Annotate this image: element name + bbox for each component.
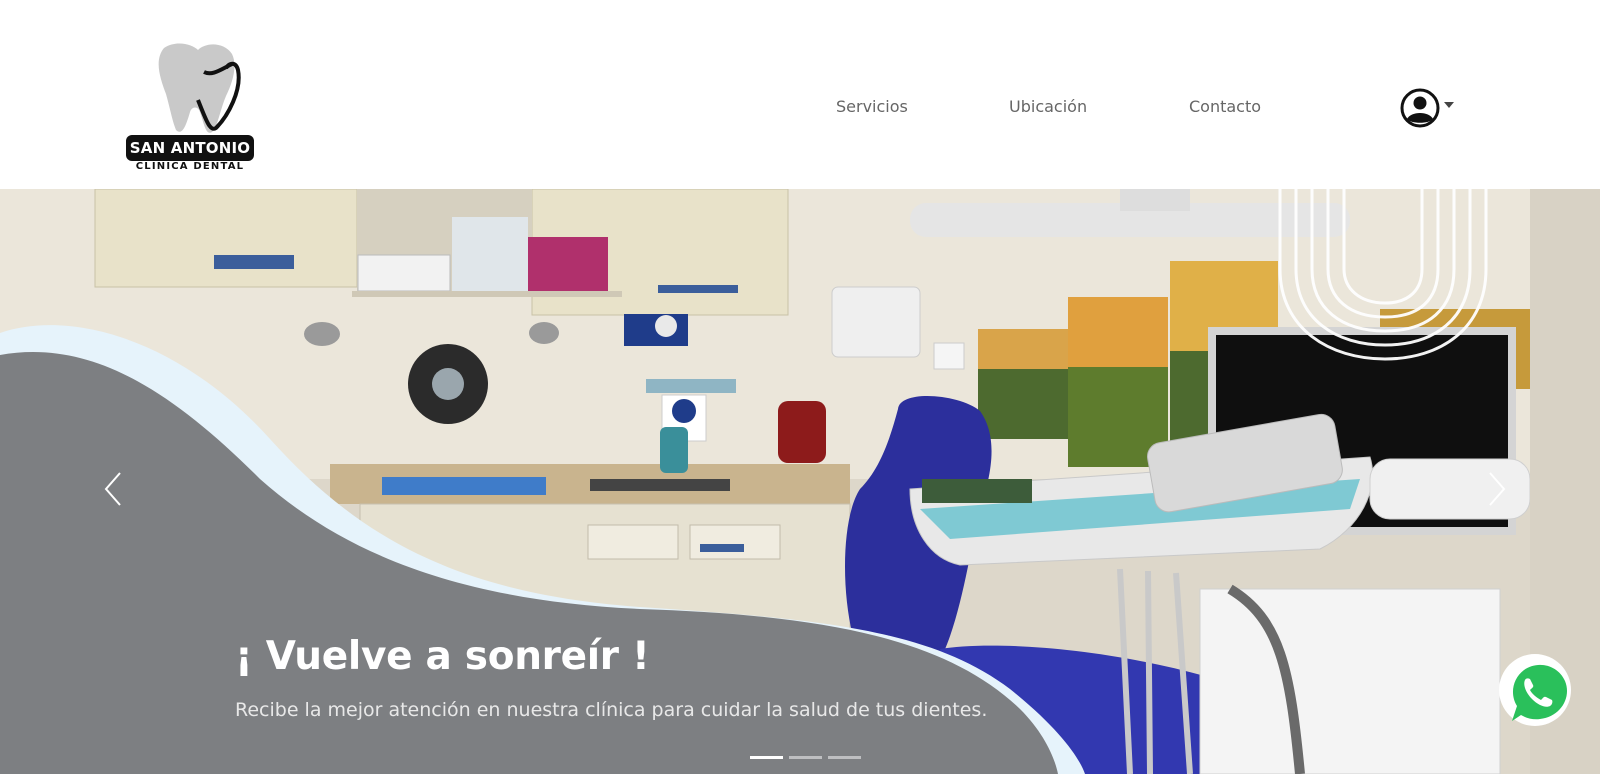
carousel-indicator-2[interactable] xyxy=(789,756,822,759)
hero-title: ¡ Vuelve a sonreír ! xyxy=(235,634,650,679)
brand-tagline: CLINICA DENTAL xyxy=(135,161,245,172)
whatsapp-icon xyxy=(1499,654,1571,726)
carousel-next-button[interactable] xyxy=(1478,459,1518,519)
chevron-down-icon xyxy=(1444,102,1454,108)
carousel-indicator-3[interactable] xyxy=(828,756,861,759)
nav-link-servicios[interactable]: Servicios xyxy=(836,97,908,116)
site-header: SAN ANTONIO CLINICA DENTAL Servicios Ubi… xyxy=(0,0,1600,189)
carousel-prev-button[interactable] xyxy=(92,459,132,519)
chevron-right-icon xyxy=(1489,472,1506,506)
hero-carousel: ¡ Vuelve a sonreír ! Recibe la mejor ate… xyxy=(0,189,1600,774)
tooth-logo-icon xyxy=(158,43,241,133)
whatsapp-button[interactable] xyxy=(1494,651,1576,733)
chevron-left-icon xyxy=(104,472,121,506)
nav-link-ubicacion[interactable]: Ubicación xyxy=(1009,97,1087,116)
hero-wave-overlay xyxy=(0,325,1085,774)
brand-name: SAN ANTONIO xyxy=(126,135,254,161)
carousel-indicators xyxy=(750,756,861,759)
user-menu-dropdown[interactable] xyxy=(1400,88,1456,130)
carousel-indicator-1[interactable] xyxy=(750,756,783,759)
user-circle-icon xyxy=(1400,88,1440,128)
logo[interactable]: SAN ANTONIO CLINICA DENTAL xyxy=(124,40,256,176)
hero-subtitle: Recibe la mejor atención en nuestra clín… xyxy=(235,699,988,721)
nav-link-contacto[interactable]: Contacto xyxy=(1189,97,1261,116)
